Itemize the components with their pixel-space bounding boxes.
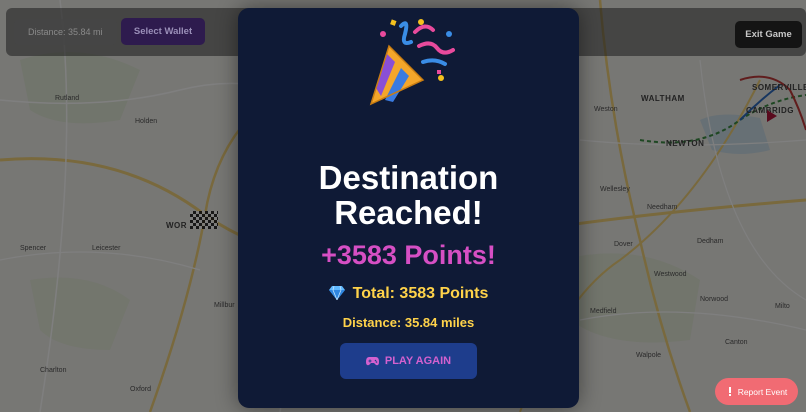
report-event-button[interactable]: Report Event bbox=[715, 378, 798, 405]
gamepad-icon bbox=[365, 356, 379, 365]
gem-icon bbox=[328, 286, 345, 300]
trip-distance: Distance: 35.84 miles bbox=[342, 315, 475, 330]
total-points-text: Total: 3583 Points bbox=[352, 285, 489, 302]
destination-reached-modal: Destination Reached! +3583 Points! Total:… bbox=[238, 8, 579, 408]
modal-title: Destination Reached! bbox=[318, 159, 499, 231]
play-again-button[interactable]: PLAY AGAIN bbox=[340, 343, 477, 379]
alert-icon bbox=[728, 387, 731, 396]
total-points: Total: 3583 Points bbox=[238, 285, 579, 303]
distance-chip: Distance: 35.84 mi bbox=[14, 19, 117, 45]
points-earned: +3583 Points! bbox=[321, 240, 496, 270]
party-popper-icon bbox=[369, 19, 455, 106]
play-again-label: PLAY AGAIN bbox=[384, 355, 452, 367]
report-event-label: Report Event bbox=[737, 386, 788, 397]
select-wallet-button[interactable]: Select Wallet bbox=[121, 18, 205, 45]
exit-game-button[interactable]: Exit Game bbox=[735, 21, 802, 48]
